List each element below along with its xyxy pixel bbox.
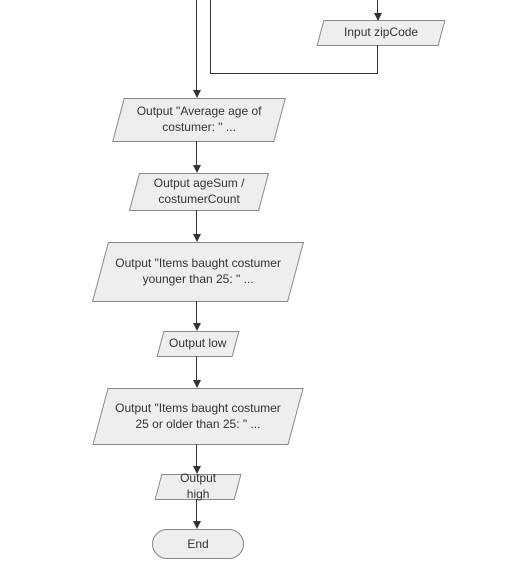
output-old-label-text: Output "Items baught costumer 25 or olde… — [101, 397, 295, 436]
output-young-label: Output "Items baught costumer younger th… — [92, 242, 304, 302]
arrowhead-1 — [193, 90, 201, 98]
arrow-7 — [196, 499, 197, 521]
arrow-6 — [196, 444, 197, 466]
line-right-down — [377, 45, 378, 73]
output-low: Output low — [157, 331, 240, 357]
input-zipcode-label: Input zipCode — [336, 21, 426, 45]
output-high: Output high — [155, 474, 242, 500]
arrowhead-4 — [193, 323, 201, 331]
input-zipcode: Input zipCode — [317, 20, 446, 46]
end-label: End — [187, 537, 208, 551]
output-agesum: Output ageSum / costumerCount — [129, 173, 269, 211]
output-low-text: Output low — [161, 332, 234, 356]
arrow-5 — [196, 356, 197, 380]
end-terminator: End — [152, 529, 244, 559]
arrowhead-7 — [193, 521, 201, 529]
output-avg-label-text: Output "Average age of costumer: " ... — [119, 100, 279, 139]
arrow-3 — [196, 210, 197, 234]
line-right-bottom — [210, 73, 378, 74]
arrowhead-3 — [193, 234, 201, 242]
arrow-2 — [196, 141, 197, 165]
output-high-text: Output high — [159, 467, 237, 506]
output-avg-label: Output "Average age of costumer: " ... — [112, 98, 286, 142]
output-old-label: Output "Items baught costumer 25 or olde… — [92, 388, 303, 445]
arrow-right-top — [377, 0, 378, 13]
line-right-up — [210, 0, 211, 73]
output-young-label-text: Output "Items baught costumer younger th… — [101, 252, 295, 291]
arrow-top-main — [196, 0, 197, 90]
arrow-4 — [196, 301, 197, 323]
arrowhead-5 — [193, 380, 201, 388]
output-agesum-text: Output ageSum / costumerCount — [135, 172, 263, 211]
